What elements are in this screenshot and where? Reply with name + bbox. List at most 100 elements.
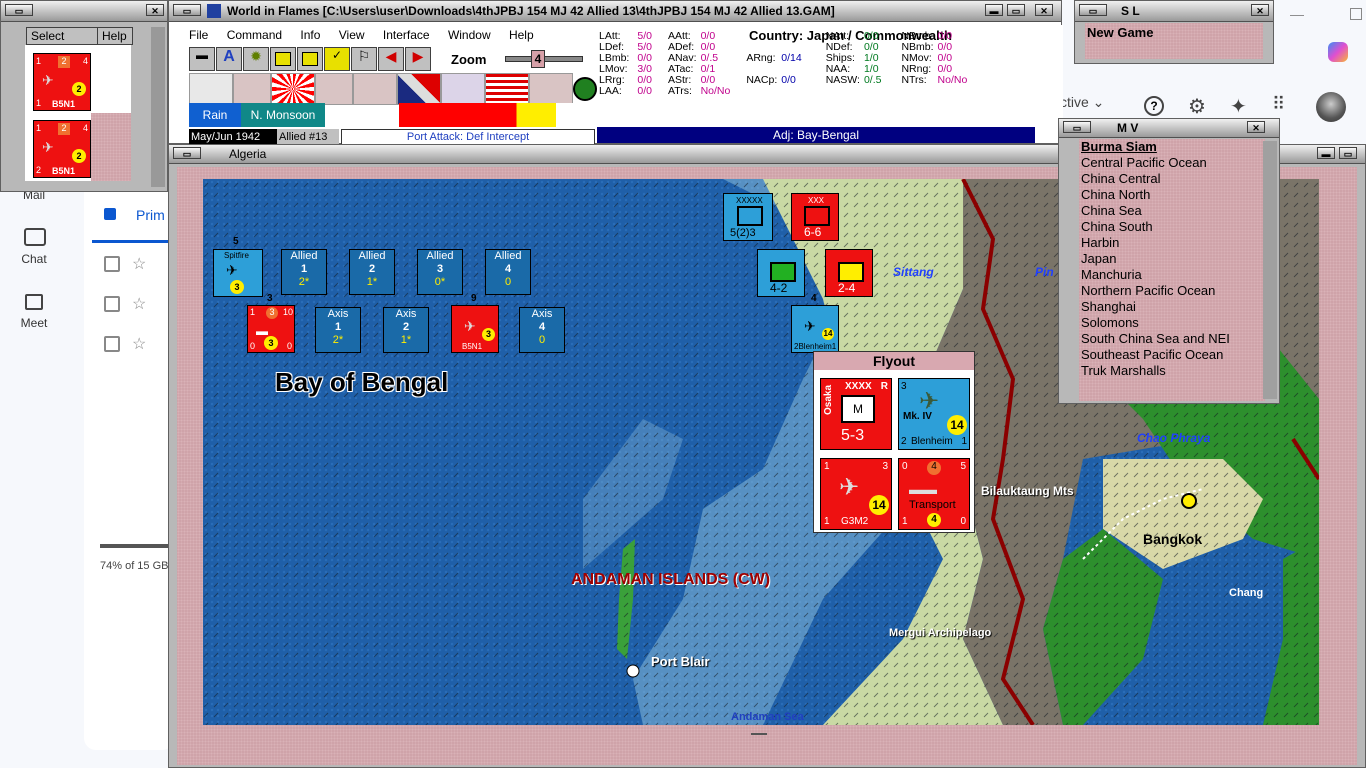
theater-list-item[interactable]: China North <box>1081 187 1263 203</box>
close-icon[interactable]: ✕ <box>1247 121 1265 133</box>
account-status-dropdown[interactable]: ctive ⌄ <box>1060 94 1104 111</box>
close-icon[interactable]: ✕ <box>146 4 164 16</box>
theater-list-item[interactable]: Japan <box>1081 251 1263 267</box>
select-scrollbar[interactable] <box>151 27 165 187</box>
axis-box-2[interactable]: Axis 2 1* <box>383 307 429 353</box>
theater-list-item[interactable]: Burma Siam <box>1081 139 1263 155</box>
usa-flag-icon[interactable] <box>485 73 529 105</box>
unit-counter-spitfire[interactable]: Spitfire ✈ 3 <box>213 249 263 297</box>
theater-list-item[interactable]: Manchuria <box>1081 267 1263 283</box>
menu-info[interactable]: Info <box>300 28 320 42</box>
help-icon[interactable]: ? <box>1144 96 1164 116</box>
theater-list-item[interactable]: Solomons <box>1081 315 1263 331</box>
unit-counter-blenheim[interactable]: 3 ✈ Mk. IV 14 2 Blenheim 1 <box>898 378 970 450</box>
menu-window[interactable]: Window <box>448 28 491 42</box>
system-menu-button[interactable]: ▭ <box>173 4 201 16</box>
japan-flag-icon[interactable] <box>271 73 315 105</box>
chat-icon[interactable] <box>24 228 46 246</box>
theater-list-item[interactable]: South China Sea and NEI <box>1081 331 1263 347</box>
theater-list-item[interactable]: Harbin <box>1081 235 1263 251</box>
mail-row-checkbox[interactable] <box>104 336 120 352</box>
maximize-icon[interactable]: ▭ <box>1339 147 1357 159</box>
select-window-titlebar[interactable]: ▭ ✕ <box>1 1 167 22</box>
theater-list-item[interactable]: Southeast Pacific Ocean <box>1081 347 1263 363</box>
theater-list-item[interactable]: Central Pacific Ocean <box>1081 155 1263 171</box>
allied-box-2[interactable]: Allied 2 1* <box>349 249 395 295</box>
select-menu[interactable]: Select <box>26 27 102 45</box>
restore-icon[interactable] <box>1350 8 1362 20</box>
italian-flag-icon[interactable] <box>233 73 271 105</box>
unit-counter-hq[interactable]: XXXXX 5(2)3 <box>723 193 773 241</box>
unit-counter-armor[interactable]: XXX 6-6 <box>791 193 839 241</box>
grid-icon[interactable] <box>270 47 296 71</box>
menu-file[interactable]: File <box>189 28 208 42</box>
system-menu-button[interactable]: ▭ <box>5 4 33 16</box>
gemini-icon[interactable]: ✦ <box>1230 94 1247 119</box>
arrow-right-icon[interactable]: ▶ <box>405 47 431 71</box>
tank-icon[interactable]: ▬ <box>189 47 215 71</box>
system-menu-button[interactable]: ▭ <box>1063 121 1091 133</box>
star-icon[interactable]: ☆ <box>132 294 146 314</box>
meet-icon[interactable] <box>25 294 43 310</box>
theater-list-item[interactable]: China Central <box>1081 171 1263 187</box>
chinese-flag-icon[interactable] <box>315 73 353 105</box>
unit-counter-infantry[interactable]: 2-4 <box>825 249 873 297</box>
theater-list-item[interactable]: China Sea <box>1081 203 1263 219</box>
commonwealth-flag-icon[interactable] <box>353 73 397 105</box>
main-titlebar[interactable]: ▭ World in Flames [C:\Users\user\Downloa… <box>169 1 1061 22</box>
menu-view[interactable]: View <box>339 28 365 42</box>
unit-counter-b5n1[interactable]: 1 2 4 ✈ 2 1 B5N1 <box>33 53 91 111</box>
target-icon[interactable] <box>573 77 597 101</box>
zoom-slider-thumb[interactable]: 4 <box>531 50 545 68</box>
gear-icon[interactable]: ✹ <box>243 47 269 71</box>
unit-counter-blenheim[interactable]: ✈ 14 2Blenheim1 <box>791 305 839 353</box>
system-menu-button[interactable]: ▭ <box>1079 4 1107 16</box>
meet-nav[interactable]: Meet <box>0 316 68 330</box>
help-menu[interactable]: Help <box>97 27 133 45</box>
grid2-icon[interactable] <box>297 47 323 71</box>
unit-counter-infantry[interactable]: 4-2 <box>757 249 805 297</box>
unit-counter-transport[interactable]: 0 4 5 ▬▬ Transport 1 4 0 <box>898 458 970 530</box>
theater-list-item[interactable]: Northern Pacific Ocean <box>1081 283 1263 299</box>
theater-list-item[interactable]: Shanghai <box>1081 299 1263 315</box>
apps-grid-icon[interactable]: ⠿ <box>1272 94 1285 115</box>
mv-scrollbar[interactable] <box>1263 141 1277 399</box>
allied-box-4[interactable]: Allied 4 0 <box>485 249 531 295</box>
allied-box-3[interactable]: Allied 3 0* <box>417 249 463 295</box>
close-icon[interactable]: ✕ <box>1251 4 1269 16</box>
menu-command[interactable]: Command <box>227 28 282 42</box>
minimize-icon[interactable]: ▬ <box>1317 147 1335 159</box>
theater-list-item[interactable]: China South <box>1081 219 1263 235</box>
axis-box-4[interactable]: Axis 4 0 <box>519 307 565 353</box>
system-menu-button[interactable]: ▭ <box>173 147 201 159</box>
unit-counter-osaka-hq[interactable]: XXXX R Osaka M 5-3 <box>820 378 892 450</box>
air-icon[interactable]: A <box>216 47 242 71</box>
primary-tab[interactable]: Prim <box>136 207 165 223</box>
star-icon[interactable]: ☆ <box>132 254 146 274</box>
sl-titlebar[interactable]: ▭ S L ✕ <box>1075 1 1273 22</box>
star-icon[interactable]: ☆ <box>132 334 146 354</box>
new-game-button[interactable]: New Game <box>1085 23 1263 42</box>
unit-counter-b5n1[interactable]: ✈ 3 B5N1 <box>451 305 499 353</box>
axis-box-1[interactable]: Axis 1 2* <box>315 307 361 353</box>
arrow-left-icon[interactable]: ◀ <box>378 47 404 71</box>
unit-counter-g3m2[interactable]: 1 3 ✈ 14 1 G3M2 <box>820 458 892 530</box>
avatar[interactable] <box>1316 92 1346 122</box>
mail-row-checkbox[interactable] <box>104 256 120 272</box>
minimize-icon[interactable]: ▬ <box>985 4 1003 16</box>
german-flag-icon[interactable] <box>189 73 233 105</box>
uk-flag-icon[interactable] <box>397 73 441 105</box>
allied-box-1[interactable]: Allied 1 2* <box>281 249 327 295</box>
minimize-icon[interactable]: — <box>1290 6 1304 22</box>
france-flag-icon[interactable] <box>441 73 485 105</box>
maximize-icon[interactable]: ▭ <box>1007 4 1025 16</box>
menu-interface[interactable]: Interface <box>383 28 430 42</box>
theater-list-item[interactable]: Truk Marshalls <box>1081 363 1263 379</box>
mv-titlebar[interactable]: ▭ M V ✕ <box>1059 119 1279 138</box>
check-icon[interactable]: ✓ <box>324 47 350 71</box>
unit-counter-b5n1[interactable]: 1 2 4 ✈ 2 2 B5N1 <box>33 120 91 178</box>
copilot-icon[interactable] <box>1328 42 1348 62</box>
settings-icon[interactable]: ⚙ <box>1188 94 1206 119</box>
unit-counter-naval[interactable]: 1 3 10 ▬ 0 3 0 <box>247 305 295 353</box>
ussr-flag-icon[interactable] <box>529 73 573 105</box>
